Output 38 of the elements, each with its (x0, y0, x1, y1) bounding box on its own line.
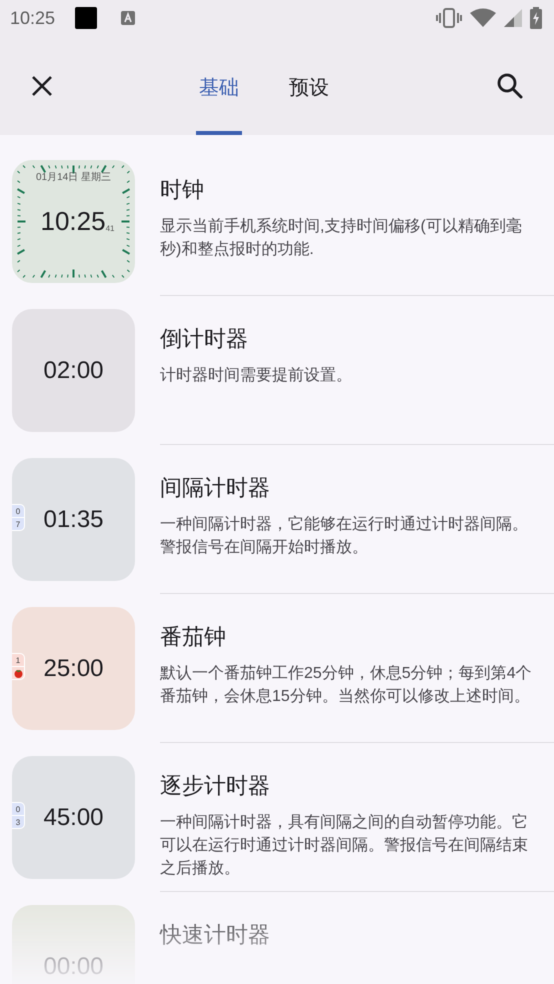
item-title: 快速计时器 (160, 921, 271, 949)
badge-count: 3 (12, 815, 24, 828)
timer-time: 45:00 (43, 804, 104, 832)
timer-time: 00:00 (43, 952, 104, 980)
status-time: 10:25 (10, 8, 56, 28)
tab[interactable]: 基础 (196, 36, 242, 135)
search-icon[interactable] (497, 73, 523, 99)
item-title: 倒计时器 (160, 325, 249, 353)
item-description: 计时器时间需要提前设置。 (160, 366, 353, 386)
wifi-icon (470, 8, 496, 28)
item-title: 间隔计时器 (160, 474, 271, 502)
tomato-icon (14, 668, 22, 678)
badge-count: 7 (12, 517, 24, 530)
badge-count: 1 (14, 654, 22, 666)
vibrate-icon (436, 8, 462, 28)
item-description: 显示当前手机系统时间,支持时间偏移(可以精确到毫秒)和整点报时的功能. (160, 216, 523, 260)
item-title: 时钟 (160, 176, 205, 204)
badge-count: 0 (14, 506, 22, 517)
item-description: 默认一个番茄钟工作25分钟，休息5分钟；每到第4个番茄钟，会休息15分钟。当然你可以修改上述时间。 (160, 664, 533, 707)
item-description: 一种间隔计时器，它能够在运行时通过计时器间隔。警报信号在间隔开始时播放。 (160, 514, 529, 558)
close-icon[interactable] (31, 75, 53, 97)
timer-time: 25:00 (43, 654, 104, 682)
battery-icon (530, 7, 542, 29)
item-description: 一种间隔计时器，具有间隔之间的自动暂停功能。它可以在运行时通过计时器间隔。警报信号在间隔结束之后播放。 (160, 812, 529, 879)
item-title: 番茄钟 (160, 623, 227, 651)
timer-time: 01:35 (43, 506, 104, 534)
timer-card[interactable]: 01月14日 星期三 10:2541 (12, 160, 135, 283)
tab[interactable]: 预设 (266, 36, 352, 135)
timer-time: 02:00 (43, 356, 104, 384)
keyboard-notification-icon (121, 11, 136, 25)
item-title: 逐步计时器 (160, 772, 271, 800)
clock-time: 10:25 (40, 206, 106, 237)
timer-card[interactable]: 02:00 (12, 309, 135, 432)
notification-icon (75, 7, 98, 29)
signal-icon (504, 9, 522, 27)
clock-date: 01月14日 星期三 (34, 170, 112, 184)
clock-seconds: 41 (106, 224, 114, 233)
badge-count: 0 (14, 804, 22, 815)
